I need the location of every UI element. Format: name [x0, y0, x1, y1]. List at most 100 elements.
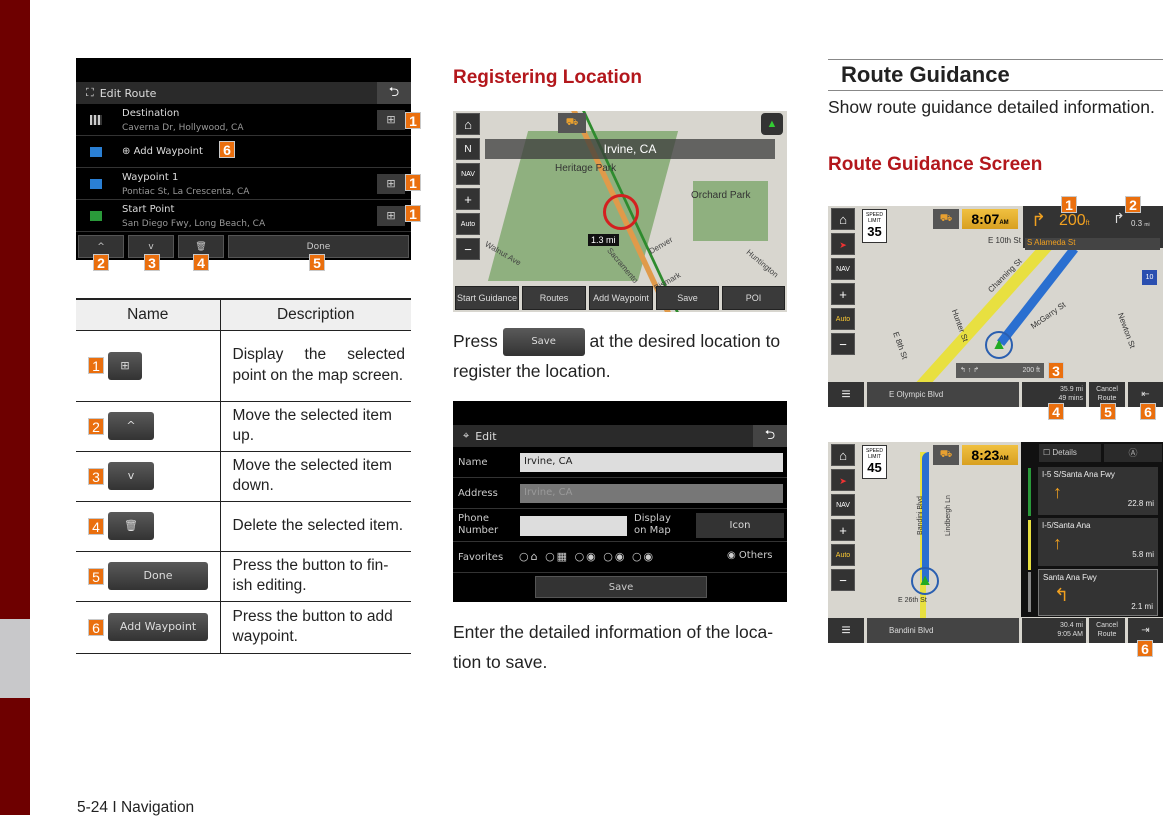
zoom-in-button[interactable]: + [831, 519, 855, 541]
current-road: Bandini Blvd [867, 618, 1019, 643]
street-label: Lindbergh Ln [944, 495, 952, 536]
callout-badge: 3 [88, 467, 104, 485]
nav-volume-button[interactable]: NAV [831, 494, 855, 516]
clock-time: 8:07 [971, 211, 1000, 227]
progress-bar-segment [1028, 520, 1031, 570]
home-button[interactable]: ⌂ [456, 113, 480, 135]
done-button-image: Done [108, 562, 208, 590]
compass-icon[interactable]: Ⓐ [1104, 444, 1162, 462]
start-guidance-button[interactable]: Start Guidance [455, 286, 519, 310]
turn-list-item[interactable]: I-5 S/Santa Ana Fwy ↑ 22.8 mi [1038, 467, 1158, 515]
others-radio[interactable]: ◉ Others [727, 550, 773, 561]
cancel-route-button[interactable]: Cancel Route [1089, 618, 1125, 643]
menu-button[interactable]: ≡ [828, 382, 864, 407]
routes-button[interactable]: Routes [522, 286, 586, 310]
home-button[interactable]: ⌂ [831, 444, 855, 466]
compass-button[interactable]: N [456, 138, 480, 160]
back-button[interactable]: ⮌ [753, 425, 787, 447]
zoom-in-button[interactable]: + [456, 188, 480, 210]
name-input[interactable]: Irvine, CA [520, 453, 783, 472]
home-button[interactable]: ⌂ [831, 208, 855, 230]
row-address: Pontiac St, La Crescenta, CA [122, 187, 250, 197]
icon-select-button[interactable]: Icon [696, 513, 784, 538]
nav-volume-button[interactable]: NAV [456, 163, 480, 185]
field-label: Name [458, 457, 488, 468]
list-item[interactable]: ⊕ Add Waypoint [76, 137, 411, 168]
header-description: Description [220, 298, 411, 331]
row-name: Start Point [122, 204, 175, 215]
compass-button[interactable]: ➤ [831, 233, 855, 255]
field-label: Address [458, 488, 498, 499]
turn-road: Santa Ana Fwy [1043, 573, 1097, 582]
edit-location-screenshot: ⌖ Edit ⮌ Name Irvine, CA Address Irvine,… [453, 401, 787, 602]
traffic-icon[interactable]: ⛟ [558, 113, 586, 133]
route-icon: ⛶ [86, 86, 94, 99]
callout-badge: 1 [1061, 196, 1077, 213]
favorite-radio-group[interactable]: ○⌂ ○▦ ○◉ ○◉ ○◉ [519, 550, 655, 563]
interstate-shield: 10 [1142, 270, 1157, 285]
map-label: Orchard Park [691, 190, 751, 201]
remaining-info-button[interactable]: 30.4 mi 9:05 AM [1022, 618, 1086, 643]
phone-input[interactable] [520, 516, 627, 536]
details-checkbox[interactable]: ☐ Details [1039, 444, 1101, 462]
callout-badge: 1 [405, 174, 421, 191]
save-button[interactable]: Save [535, 576, 707, 598]
auto-zoom-button[interactable]: Auto [831, 308, 855, 330]
zoom-out-button[interactable]: − [831, 333, 855, 355]
map-view-button[interactable]: ⊞ [377, 174, 405, 194]
traffic-icon[interactable]: ⛟ [933, 209, 959, 229]
back-button[interactable]: ⮌ [377, 82, 411, 104]
edit-header: ⌖ Edit ⮌ [453, 425, 787, 447]
field-label: Display on Map [634, 513, 671, 536]
list-item[interactable]: Start Point San Diego Fwy, Long Beach, C… [76, 201, 411, 232]
up-button-image: ^ [108, 412, 154, 440]
down-button-image: v [108, 462, 154, 490]
remaining-time: 49 mins [1058, 395, 1083, 402]
add-waypoint-label[interactable]: ⊕ Add Waypoint [122, 146, 203, 157]
compass-button[interactable]: ➤ [831, 469, 855, 491]
table-row: 3 v Move the selected item down. [76, 451, 411, 502]
callout-badge: 1 [405, 112, 421, 129]
list-item[interactable]: Destination Caverna Dr, Hollywood, CA ⊞ [76, 105, 411, 136]
list-item[interactable]: Waypoint 1 Pontiac St, La Crescenta, CA … [76, 169, 411, 200]
section-title: Registering Location [453, 67, 642, 88]
edit-route-screenshot: ⛶ Edit Route ⮌ Destination Caverna Dr, H… [76, 58, 411, 260]
poi-button[interactable]: POI [722, 286, 785, 310]
zoom-out-button[interactable]: − [831, 569, 855, 591]
cursor-target-icon[interactable] [603, 194, 639, 230]
chapter-tab [0, 619, 30, 698]
scale-label: 1.3 mi [588, 234, 619, 246]
map-view-button[interactable]: ⊞ [377, 206, 405, 226]
gps-icon[interactable]: ▲ [761, 113, 783, 135]
auto-zoom-button[interactable]: Auto [456, 213, 480, 235]
zoom-in-button[interactable]: + [831, 283, 855, 305]
unit: mi [1144, 222, 1150, 228]
delete-button-image: 🗑 [108, 512, 154, 540]
turn-list-item[interactable]: I-5/Santa Ana ↑ 5.8 mi [1038, 518, 1158, 566]
green-flag-icon [90, 211, 102, 221]
traffic-icon[interactable]: ⛟ [933, 445, 959, 465]
map-view-button[interactable]: ⊞ [377, 110, 405, 130]
route-guidance-screenshot-2: ▲ Bandini Blvd Lindbergh Ln E 26th St 71… [828, 442, 1163, 643]
value: 200 [1059, 212, 1086, 229]
auto-zoom-button[interactable]: Auto [831, 544, 855, 566]
turn-list-panel: ☐ Details Ⓐ I-5 S/Santa Ana Fwy ↑ 22.8 mi … [1021, 442, 1163, 617]
nav-volume-button[interactable]: NAV [831, 258, 855, 280]
row-name: Add Waypoint [133, 146, 203, 157]
callout-badge: 4 [193, 254, 209, 271]
clock: 8:07AM [962, 209, 1018, 229]
save-button[interactable]: Save [656, 286, 719, 310]
turn-list-item[interactable]: Santa Ana Fwy ↰ 2.1 mi [1038, 569, 1158, 616]
lane-distance: 200 ft [1022, 367, 1040, 374]
zoom-out-button[interactable]: − [456, 238, 480, 260]
favorites-row: Favorites ○⌂ ○▦ ○◉ ○◉ ○◉ ◉ Others [453, 543, 787, 573]
blue-flag-icon [90, 147, 102, 157]
field-label: Phone Number [458, 513, 499, 536]
clock-ampm: AM [999, 220, 1009, 226]
add-waypoint-button[interactable]: Add Waypoint [589, 286, 653, 310]
menu-button[interactable]: ≡ [828, 618, 864, 643]
speed-limit-label: SPEED LIMIT [866, 212, 883, 224]
unit: ft [1085, 220, 1090, 227]
street-label: Bandini Blvd [916, 496, 924, 535]
speed-limit-sign: SPEED LIMIT 35 [862, 209, 887, 243]
